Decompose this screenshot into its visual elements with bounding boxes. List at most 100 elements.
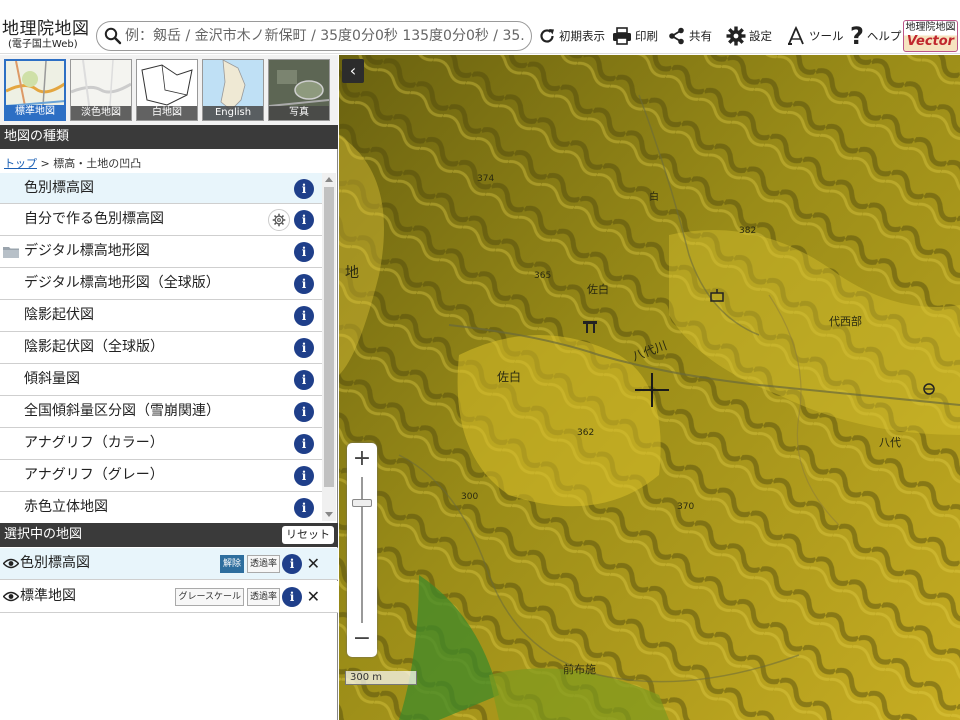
close-icon[interactable]: ✕ [307, 581, 320, 612]
map-label: 300 [461, 492, 478, 502]
map-item-label: アナグリフ（カラー） [24, 435, 164, 451]
info-icon[interactable]: i [282, 587, 302, 607]
map-list-scrollbar[interactable] [322, 173, 336, 521]
breadcrumb: トップ > 標高・土地の凹凸 [4, 155, 141, 171]
map-item-label: 陰影起伏図（全球版） [24, 339, 164, 355]
settings-label: 設定 [749, 29, 772, 43]
gear-icon [272, 213, 286, 227]
search-input[interactable] [125, 26, 525, 46]
thumb-pale-map[interactable]: 淡色地図 [70, 59, 132, 121]
gear-icon [726, 26, 746, 46]
close-icon[interactable]: ✕ [307, 548, 320, 579]
opacity-button[interactable]: 透過率 [246, 588, 280, 606]
layer-row-color-elevation[interactable]: 色別標高図 解除 透過率 i ✕ [0, 548, 338, 580]
logo-subtitle: (電子国土Web) [8, 39, 78, 50]
info-icon[interactable]: i [294, 370, 314, 390]
map-item-digital-elevation-folder[interactable]: デジタル標高地形図 i [0, 236, 322, 268]
info-icon[interactable]: i [294, 306, 314, 326]
share-button[interactable]: 共有 [668, 18, 712, 54]
folder-icon [3, 247, 19, 258]
map-label: 代西部 [829, 314, 862, 328]
vector-map-link[interactable]: 地理院地図 Vector [903, 20, 958, 52]
thumb-blank-map[interactable]: 白地図 [136, 59, 198, 121]
map-item-label: アナグリフ（グレー） [24, 467, 164, 483]
refresh-icon [540, 29, 554, 43]
map-item-label: 全国傾斜量区分図（雪崩関連） [24, 403, 220, 419]
map-item-slope[interactable]: 傾斜量図 i [0, 364, 322, 396]
map-item-label: 赤色立体地図 [24, 499, 108, 515]
map-item-custom-color-elevation[interactable]: 自分で作る色別標高図 i [0, 204, 322, 236]
thumb-standard-map[interactable]: 標準地図 [4, 59, 66, 121]
basemap-thumbnails: 標準地図 淡色地図 白地図 English 写真 [0, 55, 338, 125]
info-icon[interactable]: i [294, 498, 314, 518]
breadcrumb-separator: > [40, 157, 50, 170]
info-icon[interactable]: i [294, 338, 314, 358]
share-icon [669, 27, 684, 45]
thumb-label: 写真 [269, 106, 329, 120]
zoom-in-button[interactable]: + [347, 445, 377, 475]
map-item-hillshade[interactable]: 陰影起伏図 i [0, 300, 322, 332]
map-item-color-elevation[interactable]: 色別標高図 i [0, 173, 322, 204]
printer-icon [613, 27, 631, 45]
scroll-up-arrow[interactable] [325, 177, 333, 182]
print-label: 印刷 [635, 29, 658, 43]
eye-icon[interactable] [3, 591, 19, 602]
search-box[interactable] [96, 21, 532, 51]
info-icon[interactable]: i [294, 274, 314, 294]
print-button[interactable]: 印刷 [612, 18, 658, 54]
help-button[interactable]: ? ヘルプ [850, 18, 901, 54]
map-item-label: 自分で作る色別標高図 [24, 211, 164, 227]
sidebar: 標準地図 淡色地図 白地図 English 写真 地図の種類 トップ > 標高・… [0, 55, 338, 720]
info-icon[interactable]: i [294, 210, 314, 230]
scroll-down-arrow[interactable] [325, 512, 333, 517]
layer-label: 色別標高図 [20, 555, 90, 571]
zoom-slider-handle[interactable] [352, 499, 372, 507]
layer-row-standard-map[interactable]: 標準地図 グレースケール 透過率 i ✕ [0, 581, 338, 613]
logo-title: 地理院地図 [2, 19, 90, 39]
map-item-hillshade-global[interactable]: 陰影起伏図（全球版） i [0, 332, 322, 364]
info-icon[interactable]: i [294, 242, 314, 262]
thumb-label: 淡色地図 [71, 106, 131, 120]
eye-icon[interactable] [3, 558, 19, 569]
thumb-photo-map[interactable]: 写真 [268, 59, 330, 121]
thumb-label: 白地図 [137, 106, 197, 120]
map-item-slope-avalanche[interactable]: 全国傾斜量区分図（雪崩関連） i [0, 396, 322, 428]
app-logo[interactable]: 地理院地図 (電子国土Web) [2, 20, 92, 52]
tools-icon [788, 26, 804, 45]
map-item-anaglyph-color[interactable]: アナグリフ（カラー） i [0, 428, 322, 460]
map-item-anaglyph-gray[interactable]: アナグリフ（グレー） i [0, 460, 322, 492]
release-button[interactable]: 解除 [219, 555, 244, 573]
thumb-english-map[interactable]: English [202, 59, 264, 121]
selected-maps-header: 選択中の地図 リセット [0, 523, 338, 547]
info-icon[interactable]: i [294, 179, 314, 199]
zoom-out-button[interactable]: − [347, 625, 377, 655]
info-icon[interactable]: i [282, 554, 302, 574]
map-item-label: デジタル標高地形図（全球版） [24, 275, 220, 291]
collapse-sidebar-button[interactable]: ‹ [342, 59, 364, 83]
map-view[interactable]: 374 365 佐白 佐白 八代川 362 300 370 382 代西部 八代… [339, 55, 960, 720]
tools-button[interactable]: ツール [786, 18, 844, 54]
info-icon[interactable]: i [294, 402, 314, 422]
thumb-label: 標準地図 [6, 105, 64, 119]
scroll-thumb[interactable] [324, 187, 334, 487]
info-icon[interactable]: i [294, 434, 314, 454]
gear-settings-button[interactable] [268, 209, 290, 231]
settings-button[interactable]: 設定 [726, 18, 772, 54]
map-label: 八代 [879, 436, 901, 449]
map-item-label: 傾斜量図 [24, 371, 80, 387]
reset-view-button[interactable]: 初期表示 [538, 18, 605, 54]
map-item-label: 色別標高図 [24, 180, 94, 196]
help-label: ヘルプ [866, 29, 902, 43]
info-icon[interactable]: i [294, 466, 314, 486]
opacity-button[interactable]: 透過率 [246, 555, 280, 573]
grayscale-button[interactable]: グレースケール [175, 588, 244, 606]
map-label: 佐白 [497, 369, 521, 384]
reset-layers-button[interactable]: リセット [282, 526, 334, 544]
scale-bar: 300 m [345, 671, 417, 685]
reset-view-label: 初期表示 [559, 29, 605, 43]
breadcrumb-top-link[interactable]: トップ [4, 157, 37, 170]
map-item-red-relief[interactable]: 赤色立体地図 i [0, 492, 322, 521]
map-label: 前布施 [563, 662, 596, 676]
zoom-control: + − [347, 443, 377, 657]
map-item-digital-elevation-global[interactable]: デジタル標高地形図（全球版） i [0, 268, 322, 300]
